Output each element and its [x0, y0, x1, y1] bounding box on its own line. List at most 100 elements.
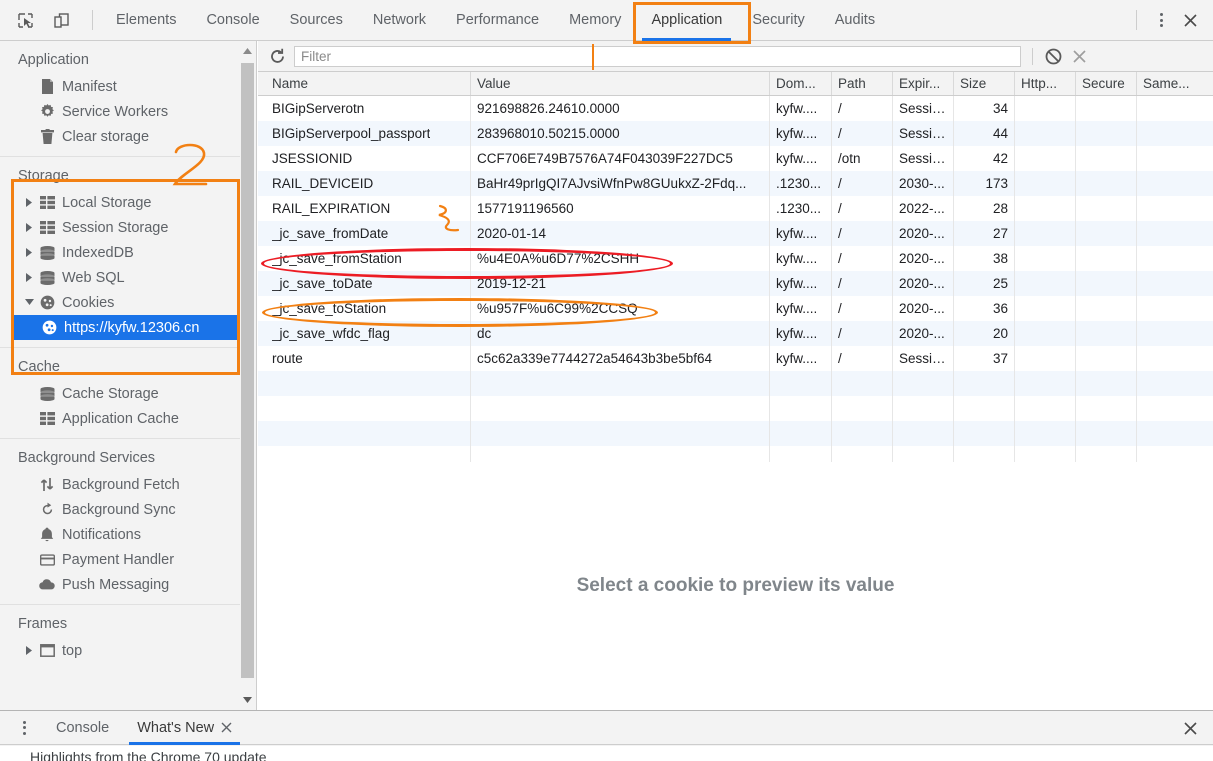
filter-input[interactable] [294, 45, 1021, 67]
column-header-path[interactable]: Path [832, 72, 893, 95]
gear-icon [36, 104, 58, 119]
scroll-up-arrow-icon[interactable] [241, 43, 254, 59]
cell-expires: 2030-... [893, 171, 954, 196]
cell-httponly [1015, 296, 1076, 321]
table-row[interactable]: route c5c62a339e7744272a54643b3be5bf64 k… [258, 346, 1213, 371]
whats-new-headline: Highlights from the Chrome 70 update [30, 749, 267, 761]
sidebar-item-application-cache[interactable]: Application Cache [0, 406, 240, 431]
tab-elements-label: Elements [116, 12, 177, 28]
cell-name: RAIL_DEVICEID [258, 171, 471, 196]
tab-audits[interactable]: Audits [820, 0, 890, 41]
sidebar-item-clear-storage[interactable]: Clear storage [0, 124, 240, 149]
cell-empty [954, 396, 1015, 421]
sidebar-item-manifest[interactable]: Manifest [0, 74, 240, 99]
sidebar-item-background-fetch[interactable]: Background Fetch [0, 472, 240, 497]
drawer-tab-console[interactable]: Console [42, 711, 123, 745]
table-row[interactable]: BIGipServerpool_passport 283968010.50215… [258, 121, 1213, 146]
tab-elements[interactable]: Elements [101, 0, 191, 41]
sidebar-group-background-services: Background Services Background Fetch Bac… [0, 439, 240, 605]
sidebar-group-storage: Storage Local Storage Session Storage In… [0, 157, 240, 348]
sidebar-item-frame-top[interactable]: top [0, 638, 240, 663]
cell-httponly [1015, 96, 1076, 121]
tab-application[interactable]: Application [636, 0, 737, 41]
table-row-from-station[interactable]: _jc_save_fromStation %u4E0A%u6D77%2CSHH … [258, 246, 1213, 271]
sidebar-item-cookie-origin[interactable]: https://kyfw.12306.cn [14, 315, 240, 340]
table-row[interactable]: RAIL_DEVICEID BaHr49prIgQI7AJvsiWfnPw8GU… [258, 171, 1213, 196]
tab-security[interactable]: Security [737, 0, 819, 41]
cell-samesite [1137, 321, 1213, 346]
drawer-more-options-icon[interactable] [12, 714, 36, 742]
sidebar-item-cookies[interactable]: Cookies [0, 290, 240, 315]
column-header-secure[interactable]: Secure [1076, 72, 1137, 95]
sidebar-item-service-workers[interactable]: Service Workers [0, 99, 240, 124]
cell-size: 25 [954, 271, 1015, 296]
cell-name: BIGipServerotn [258, 96, 471, 121]
sidebar-group-frames: Frames top [0, 605, 240, 670]
cell-value: 1577191196560 [471, 196, 770, 221]
column-header-name[interactable]: Name [258, 72, 471, 95]
clear-all-cookies-icon[interactable] [1040, 44, 1066, 68]
drawer-tab-whats-new[interactable]: What's New [123, 711, 246, 745]
table-row[interactable]: _jc_save_wfdc_flag dc kyfw.... / 2020-..… [258, 321, 1213, 346]
chevron-right-icon[interactable] [22, 273, 36, 282]
sidebar-item-session-storage[interactable]: Session Storage [0, 215, 240, 240]
column-header-samesite[interactable]: Same... [1137, 72, 1213, 95]
chevron-down-icon[interactable] [22, 299, 36, 306]
sidebar-item-indexeddb[interactable]: IndexedDB [0, 240, 240, 265]
chevron-right-icon[interactable] [22, 248, 36, 257]
cell-path: / [832, 121, 893, 146]
table-row[interactable]: BIGipServerotn 921698826.24610.0000 kyfw… [258, 96, 1213, 121]
cell-samesite [1137, 271, 1213, 296]
drawer-tab-whats-new-label: What's New [137, 719, 215, 736]
cell-expires: Session [893, 96, 954, 121]
close-drawer-icon[interactable] [1177, 715, 1203, 741]
tab-performance[interactable]: Performance [441, 0, 554, 41]
more-options-icon[interactable] [1149, 7, 1173, 33]
tab-sources[interactable]: Sources [275, 0, 358, 41]
sidebar-item-indexeddb-label: IndexedDB [62, 244, 134, 261]
sidebar-item-payment-handler[interactable]: Payment Handler [0, 547, 240, 572]
cloud-icon [36, 579, 58, 590]
tab-console[interactable]: Console [191, 0, 274, 41]
column-header-size[interactable]: Size [954, 72, 1015, 95]
table-row[interactable]: RAIL_EXPIRATION 1577191196560 .1230... /… [258, 196, 1213, 221]
sidebar-item-push-messaging[interactable]: Push Messaging [0, 572, 240, 597]
chevron-right-icon[interactable] [22, 198, 36, 207]
sidebar-scrollbar[interactable] [240, 41, 256, 710]
table-row[interactable]: _jc_save_fromDate 2020-01-14 kyfw.... / … [258, 221, 1213, 246]
sidebar-item-background-sync[interactable]: Background Sync [0, 497, 240, 522]
column-header-value[interactable]: Value [471, 72, 770, 95]
cell-expires: Session [893, 121, 954, 146]
scroll-down-arrow-icon[interactable] [241, 692, 254, 708]
sidebar-item-cache-storage[interactable]: Cache Storage [0, 381, 240, 406]
sidebar-item-notifications[interactable]: Notifications [0, 522, 240, 547]
cell-domain: kyfw.... [770, 146, 832, 171]
tab-network[interactable]: Network [358, 0, 441, 41]
table-row-empty [258, 421, 1213, 446]
inspect-element-icon[interactable] [12, 7, 38, 33]
cell-empty [770, 396, 832, 421]
device-toolbar-icon[interactable] [48, 7, 74, 33]
sidebar-item-web-sql[interactable]: Web SQL [0, 265, 240, 290]
chevron-right-icon[interactable] [22, 223, 36, 232]
refresh-icon[interactable] [264, 44, 290, 68]
sidebar-item-local-storage[interactable]: Local Storage [0, 190, 240, 215]
table-row[interactable]: _jc_save_toDate 2019-12-21 kyfw.... / 20… [258, 271, 1213, 296]
tab-memory[interactable]: Memory [554, 0, 636, 41]
table-row[interactable]: JSESSIONID CCF706E749B7576A74F043039F227… [258, 146, 1213, 171]
sidebar-item-cookie-origin-label: https://kyfw.12306.cn [64, 319, 200, 336]
sidebar-scrollbar-thumb[interactable] [241, 63, 254, 678]
table-row-to-station[interactable]: _jc_save_toStation %u957F%u6C99%2CCSQ ky… [258, 296, 1213, 321]
column-header-domain[interactable]: Dom... [770, 72, 832, 95]
close-icon[interactable] [221, 722, 232, 733]
cell-expires: 2020-... [893, 271, 954, 296]
cell-size: 44 [954, 121, 1015, 146]
column-header-httponly[interactable]: Http... [1015, 72, 1076, 95]
column-header-expires[interactable]: Expir... [893, 72, 954, 95]
cell-samesite [1137, 171, 1213, 196]
close-icon[interactable] [1177, 7, 1203, 33]
cell-samesite [1137, 296, 1213, 321]
delete-cookie-icon[interactable] [1066, 44, 1092, 68]
chevron-right-icon[interactable] [22, 646, 36, 655]
sidebar-group-title-cache: Cache [18, 359, 60, 375]
